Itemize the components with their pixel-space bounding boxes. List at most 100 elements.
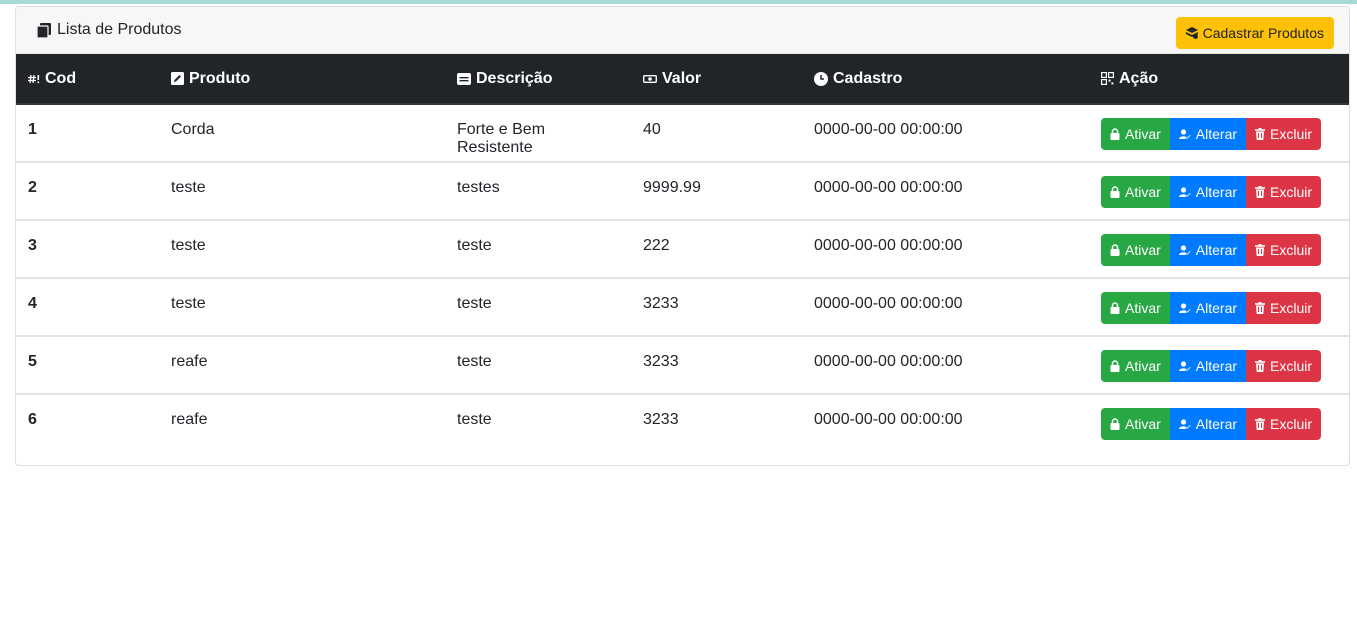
activate-button[interactable]: Ativar — [1101, 118, 1170, 150]
page-title-text: Lista de Produtos — [57, 21, 182, 38]
action-button-group: Ativar Alterar Excluir — [1101, 408, 1339, 440]
cell-cadastro: 0000-00-00 00:00:00 — [814, 179, 963, 196]
column-header-cod: Cod — [16, 54, 159, 105]
edit-button-label: Alterar — [1195, 358, 1238, 374]
trash-icon — [1255, 244, 1266, 256]
activate-button-label: Ativar — [1125, 242, 1161, 258]
cell-cadastro: 0000-00-00 00:00:00 — [814, 411, 963, 428]
delete-button-label: Excluir — [1270, 300, 1313, 316]
box-add-icon — [1185, 27, 1198, 39]
edit-button[interactable]: Alterar — [1169, 118, 1247, 150]
lock-icon — [1110, 244, 1120, 256]
table-row: 1 Corda Forte e Bem Resistente 40 0000-0… — [16, 104, 1349, 162]
cell-actions: Ativar Alterar Excluir — [1089, 220, 1349, 278]
edit-button-label: Alterar — [1195, 416, 1238, 432]
cell-cadastro: 0000-00-00 00:00:00 — [814, 295, 963, 312]
products-table: Cod Produto Descrição Valor Cadastro Açã… — [16, 54, 1349, 452]
table-body: 1 Corda Forte e Bem Resistente 40 0000-0… — [16, 104, 1349, 452]
cell-produto: reafe — [171, 353, 208, 370]
activate-button-label: Ativar — [1125, 184, 1161, 200]
table-row: 3 teste teste 222 0000-00-00 00:00:00 At… — [16, 220, 1349, 278]
delete-button[interactable]: Excluir — [1246, 118, 1322, 150]
trash-icon — [1255, 186, 1266, 198]
edit-button[interactable]: Alterar — [1169, 408, 1247, 440]
edit-button[interactable]: Alterar — [1169, 350, 1247, 382]
trash-icon — [1255, 128, 1266, 140]
cell-actions: Ativar Alterar Excluir — [1089, 104, 1349, 162]
table-row: 4 teste teste 3233 0000-00-00 00:00:00 A… — [16, 278, 1349, 336]
cell-actions: Ativar Alterar Excluir — [1089, 278, 1349, 336]
cell-produto: Corda — [171, 121, 215, 138]
delete-button[interactable]: Excluir — [1246, 176, 1322, 208]
activate-button[interactable]: Ativar — [1101, 176, 1170, 208]
column-header-valor: Valor — [631, 54, 802, 105]
activate-button[interactable]: Ativar — [1101, 292, 1170, 324]
cell-cod: 4 — [28, 295, 37, 312]
activate-button-label: Ativar — [1125, 416, 1161, 432]
column-header-cadastro: Cadastro — [802, 54, 1089, 105]
table-row: 2 teste testes 9999.99 0000-00-00 00:00:… — [16, 162, 1349, 220]
cell-cod: 5 — [28, 353, 37, 370]
cell-descricao: teste — [457, 411, 492, 428]
action-button-group: Ativar Alterar Excluir — [1101, 292, 1339, 324]
cell-cod: 1 — [28, 121, 37, 138]
delete-button[interactable]: Excluir — [1246, 408, 1322, 440]
cell-descricao: testes — [457, 179, 500, 196]
table-row: 6 reafe teste 3233 0000-00-00 00:00:00 A… — [16, 394, 1349, 452]
hash-icon — [28, 74, 40, 84]
column-header-produto: Produto — [159, 54, 445, 105]
top-accent-strip — [0, 0, 1357, 4]
cell-actions: Ativar Alterar Excluir — [1089, 336, 1349, 394]
cell-cod: 6 — [28, 411, 37, 428]
cell-valor: 3233 — [643, 353, 679, 370]
lock-icon — [1110, 360, 1120, 372]
delete-button-label: Excluir — [1270, 416, 1313, 432]
cell-valor: 3233 — [643, 295, 679, 312]
activate-button[interactable]: Ativar — [1101, 408, 1170, 440]
money-icon — [643, 74, 657, 84]
cell-descricao: teste — [457, 295, 492, 312]
grid-icon — [1101, 72, 1114, 85]
user-edit-icon — [1178, 128, 1191, 140]
user-edit-icon — [1178, 418, 1191, 430]
edit-button-label: Alterar — [1195, 242, 1238, 258]
cell-produto: reafe — [171, 411, 208, 428]
edit-button[interactable]: Alterar — [1169, 292, 1247, 324]
trash-icon — [1255, 418, 1266, 430]
products-card: Lista de Produtos Cadastrar Produtos Cod… — [15, 6, 1350, 466]
user-edit-icon — [1178, 302, 1191, 314]
table-header: Cod Produto Descrição Valor Cadastro Açã… — [16, 54, 1349, 105]
user-edit-icon — [1178, 360, 1191, 372]
cell-valor: 40 — [643, 121, 661, 138]
cell-cadastro: 0000-00-00 00:00:00 — [814, 237, 963, 254]
activate-button[interactable]: Ativar — [1101, 234, 1170, 266]
delete-button[interactable]: Excluir — [1246, 292, 1322, 324]
activate-button-label: Ativar — [1125, 126, 1161, 142]
activate-button-label: Ativar — [1125, 300, 1161, 316]
edit-button[interactable]: Alterar — [1169, 234, 1247, 266]
add-product-button[interactable]: Cadastrar Produtos — [1175, 17, 1334, 49]
delete-button[interactable]: Excluir — [1246, 350, 1322, 382]
cell-cod: 2 — [28, 179, 37, 196]
delete-button[interactable]: Excluir — [1246, 234, 1322, 266]
add-product-button-label: Cadastrar Produtos — [1202, 25, 1324, 41]
action-button-group: Ativar Alterar Excluir — [1101, 118, 1339, 150]
cell-descricao: teste — [457, 353, 492, 370]
activate-button-label: Ativar — [1125, 358, 1161, 374]
cell-descricao: teste — [457, 237, 492, 254]
cell-produto: teste — [171, 295, 206, 312]
lock-icon — [1110, 418, 1120, 430]
cell-actions: Ativar Alterar Excluir — [1089, 394, 1349, 452]
edit-button[interactable]: Alterar — [1169, 176, 1247, 208]
card-header: Lista de Produtos Cadastrar Produtos — [16, 7, 1349, 54]
delete-button-label: Excluir — [1270, 126, 1313, 142]
activate-button[interactable]: Ativar — [1101, 350, 1170, 382]
cell-descricao: Forte e Bem Resistente — [457, 121, 546, 156]
delete-button-label: Excluir — [1270, 184, 1313, 200]
cell-valor: 222 — [643, 237, 670, 254]
column-header-descricao: Descrição — [445, 54, 631, 105]
clock-icon — [814, 71, 828, 86]
delete-button-label: Excluir — [1270, 358, 1313, 374]
cell-produto: teste — [171, 237, 206, 254]
cell-valor: 3233 — [643, 411, 679, 428]
